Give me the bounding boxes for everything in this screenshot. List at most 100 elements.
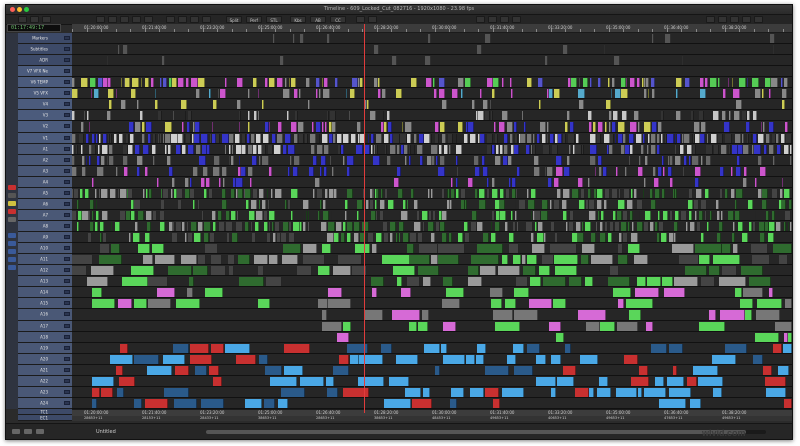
timeline-clip[interactable]: [531, 233, 534, 243]
timeline-clip[interactable]: [769, 222, 775, 232]
timeline-clip[interactable]: [494, 222, 501, 232]
timeline-clip[interactable]: [765, 210, 770, 220]
timeline-clip[interactable]: [734, 133, 741, 143]
timeline-clip[interactable]: [699, 321, 726, 331]
timeline-clip[interactable]: [510, 144, 514, 154]
timeline-clip[interactable]: [655, 188, 660, 198]
timeline-clip[interactable]: [409, 321, 418, 331]
timeline-clip[interactable]: [247, 133, 250, 143]
timeline-clip[interactable]: [102, 210, 108, 220]
timeline-clip[interactable]: [735, 210, 741, 220]
timeline-clip[interactable]: [694, 244, 723, 254]
timeline-clip[interactable]: [522, 266, 536, 276]
timeline-clip[interactable]: [310, 133, 317, 143]
timeline-clip[interactable]: [162, 78, 168, 88]
timeline-clip[interactable]: [631, 233, 638, 243]
timeline-clip[interactable]: [698, 111, 704, 121]
timeline-clip[interactable]: [502, 387, 525, 397]
timeline-clip[interactable]: [705, 144, 713, 154]
timeline-clip[interactable]: [152, 210, 157, 220]
timeline-clip[interactable]: [434, 89, 437, 99]
timeline-clip[interactable]: [92, 177, 95, 187]
timeline-clip[interactable]: [717, 210, 721, 220]
timecode-track-ec1[interactable]: EC1: [18, 415, 72, 421]
timeline-clip[interactable]: [121, 277, 149, 287]
timeline-clip[interactable]: [544, 166, 546, 176]
timeline-clip[interactable]: [259, 188, 265, 198]
timeline-clip[interactable]: [713, 111, 719, 121]
timeline-clip[interactable]: [527, 133, 533, 143]
timeline-clip[interactable]: [677, 133, 682, 143]
timeline-clip[interactable]: [162, 133, 164, 143]
timeline-clip[interactable]: [387, 199, 394, 209]
timeline-clip[interactable]: [177, 188, 183, 198]
timeline-clip[interactable]: [650, 144, 657, 154]
timeline-clip[interactable]: [137, 166, 140, 176]
timeline-clip[interactable]: [731, 233, 735, 243]
timeline-clip[interactable]: [211, 266, 226, 276]
timeline-clip[interactable]: [563, 365, 576, 375]
timeline-clip[interactable]: [417, 144, 424, 154]
timeline-clip[interactable]: [389, 222, 397, 232]
timeline-clip[interactable]: [277, 78, 283, 88]
timeline-clip[interactable]: [549, 321, 561, 331]
timeline-clip[interactable]: [342, 133, 349, 143]
timeline-clip[interactable]: [776, 144, 782, 154]
timeline-clip[interactable]: [639, 155, 642, 165]
timeline-clip[interactable]: [472, 100, 476, 110]
timeline-clip[interactable]: [148, 188, 152, 198]
timeline-clip[interactable]: [486, 133, 494, 143]
timeline-clip[interactable]: [599, 321, 616, 331]
timeline-clip[interactable]: [154, 100, 159, 110]
timeline-clip[interactable]: [186, 122, 191, 132]
timeline-clip[interactable]: [582, 244, 596, 254]
timeline-clip[interactable]: [537, 222, 543, 232]
timeline-clip[interactable]: [134, 199, 142, 209]
timeline-clip[interactable]: [591, 233, 597, 243]
timeline-clip[interactable]: [637, 122, 640, 132]
timeline-clip[interactable]: [383, 233, 390, 243]
track-lane[interactable]: [72, 320, 792, 332]
timeline-clip[interactable]: [228, 266, 234, 276]
track-lane[interactable]: [72, 154, 792, 166]
timeline-clip[interactable]: [259, 354, 268, 364]
timeline-clip[interactable]: [171, 78, 177, 88]
timeline-clip[interactable]: [768, 122, 774, 132]
track-header-a3[interactable]: A3: [18, 165, 72, 177]
timeline-clip[interactable]: [700, 133, 705, 143]
timeline-clip[interactable]: [610, 266, 619, 276]
timeline-clip[interactable]: [675, 188, 678, 198]
timeline-clip[interactable]: [426, 78, 432, 88]
timeline-clip[interactable]: [118, 376, 135, 386]
timeline-clip[interactable]: [98, 188, 100, 198]
timeline-clip[interactable]: [350, 89, 355, 99]
timeline-clip[interactable]: [495, 321, 520, 331]
timeline-clip[interactable]: [244, 222, 250, 232]
timeline-clip[interactable]: [226, 222, 234, 232]
timeline-clip[interactable]: [669, 233, 674, 243]
timeline-clip[interactable]: [257, 111, 260, 121]
timeline-clip[interactable]: [643, 122, 651, 132]
timeline-clip[interactable]: [641, 144, 644, 154]
timeline-clip[interactable]: [490, 288, 504, 298]
timeline-clip[interactable]: [487, 188, 491, 198]
timeline-clip[interactable]: [393, 266, 415, 276]
timeline-clip[interactable]: [607, 78, 611, 88]
timeline-clip[interactable]: [721, 210, 724, 220]
timeline-clip[interactable]: [137, 244, 150, 254]
timeline-clip[interactable]: [586, 321, 600, 331]
timeline-clip[interactable]: [367, 100, 369, 110]
timeline-clip[interactable]: [752, 111, 758, 121]
timeline-clip[interactable]: [115, 365, 124, 375]
timeline-clip[interactable]: [85, 133, 89, 143]
timeline-clip[interactable]: [428, 188, 431, 198]
timeline-clip[interactable]: [284, 133, 292, 143]
timeline-clip[interactable]: [88, 210, 92, 220]
timeline-clip[interactable]: [172, 343, 189, 353]
timeline-clip[interactable]: [473, 155, 479, 165]
match-frame-icon[interactable]: [356, 16, 365, 23]
timeline-clip[interactable]: [251, 233, 257, 243]
timeline-clip[interactable]: [510, 78, 512, 88]
timeline-clip[interactable]: [236, 222, 243, 232]
timeline-clip[interactable]: [418, 244, 439, 254]
